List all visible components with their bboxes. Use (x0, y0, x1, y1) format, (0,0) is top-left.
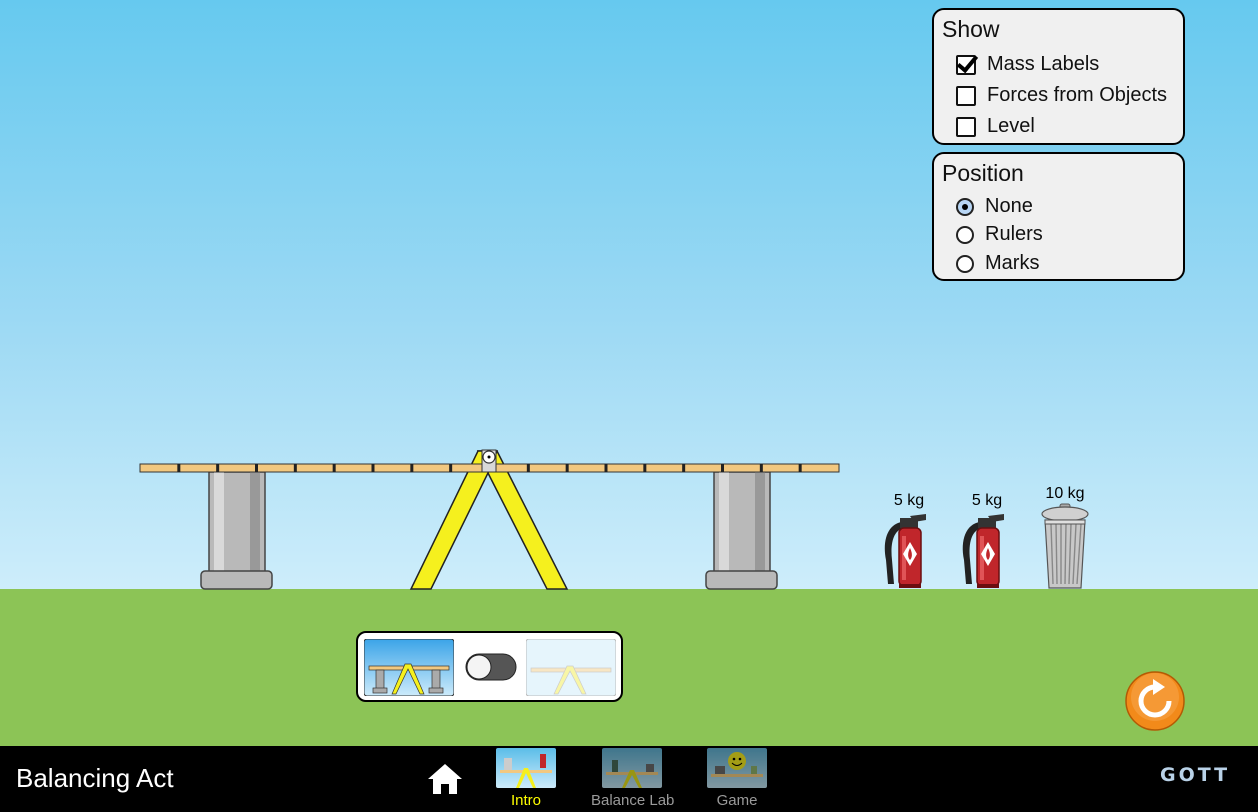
mass-labels-checkbox[interactable]: Mass Labels (956, 53, 1099, 76)
position-marks-radio[interactable]: Marks (956, 252, 1039, 275)
tab-intro[interactable]: Intro (486, 748, 566, 812)
plank-tick (449, 464, 453, 472)
trash-can-icon[interactable] (1038, 502, 1092, 590)
plank-tick (410, 464, 414, 472)
checkbox-checked-icon[interactable] (956, 54, 976, 75)
radio-unselected-icon[interactable] (956, 254, 974, 273)
plank-tick (798, 464, 802, 472)
toggle-switch[interactable] (465, 653, 517, 681)
mass-label: 10 kg (1045, 485, 1085, 502)
position-none-radio[interactable]: None (956, 195, 1033, 218)
position-panel: Position None Rulers Marks (932, 152, 1185, 281)
game-thumbnail (707, 748, 767, 788)
position-rulers-label: Rulers (985, 223, 1043, 245)
level-checkbox[interactable]: Level (956, 115, 1035, 138)
tab-balance-lab[interactable]: Balance Lab (591, 748, 675, 812)
plank-tick (293, 464, 297, 472)
home-icon[interactable] (426, 762, 464, 796)
fire-extinguisher-icon[interactable] (958, 512, 1008, 590)
left-support-column (200, 471, 273, 590)
plank-tick (332, 464, 336, 472)
plank-tick (682, 464, 686, 472)
tab-balance-lab-label: Balance Lab (591, 792, 675, 809)
mass-label: 5 kg (971, 492, 1003, 509)
tab-intro-label: Intro (510, 792, 541, 809)
position-none-label: None (985, 195, 1033, 217)
plank-tick (604, 464, 608, 472)
plank-tick (216, 464, 220, 472)
mass-labels-label: Mass Labels (987, 53, 1100, 75)
position-marks-label: Marks (985, 252, 1040, 274)
navigation-bar: Balancing Act Intro Balance Lab Game GOT… (0, 746, 1258, 812)
intro-thumbnail (496, 748, 556, 788)
checkbox-unchecked-icon[interactable] (956, 116, 976, 137)
plank-tick (565, 464, 569, 472)
balance-lab-thumbnail (602, 748, 662, 788)
fire-extinguisher-icon[interactable] (880, 512, 930, 590)
supports-off-icon[interactable] (526, 639, 616, 696)
ground (0, 589, 1258, 746)
plank-tick (526, 464, 530, 472)
mass-label: 5 kg (893, 492, 925, 509)
forces-from-objects-checkbox[interactable]: Forces from Objects (956, 84, 1167, 107)
position-panel-title: Position (942, 160, 1024, 186)
radio-unselected-icon[interactable] (956, 225, 974, 244)
show-panel-title: Show (942, 16, 1000, 42)
plank-tick (643, 464, 647, 472)
supports-on-icon[interactable] (364, 639, 454, 696)
app-title: Balancing Act (16, 763, 174, 793)
plank-tick (371, 464, 375, 472)
show-panel: Show Mass Labels Forces from Objects Lev… (932, 8, 1185, 145)
plank-tick (721, 464, 724, 472)
play-area: 5 kg 5 kg 10 kg Show Mass Labels Forces … (0, 0, 1258, 746)
plank-tick (759, 464, 763, 472)
level-label: Level (987, 115, 1035, 137)
tab-game-label: Game (716, 792, 758, 809)
right-support-column (705, 471, 778, 590)
checkbox-unchecked-icon[interactable] (956, 85, 976, 106)
pivot (481, 449, 497, 473)
position-rulers-radio[interactable]: Rulers (956, 223, 1043, 246)
brand-logo: GOTT (1160, 764, 1231, 786)
radio-selected-icon[interactable] (956, 197, 974, 216)
tab-game[interactable]: Game (697, 748, 777, 812)
plank-tick (255, 464, 258, 472)
plank-tick (177, 464, 181, 472)
supports-toggle-panel (356, 631, 623, 702)
reset-icon[interactable] (1125, 671, 1185, 731)
forces-from-objects-label: Forces from Objects (987, 84, 1168, 106)
